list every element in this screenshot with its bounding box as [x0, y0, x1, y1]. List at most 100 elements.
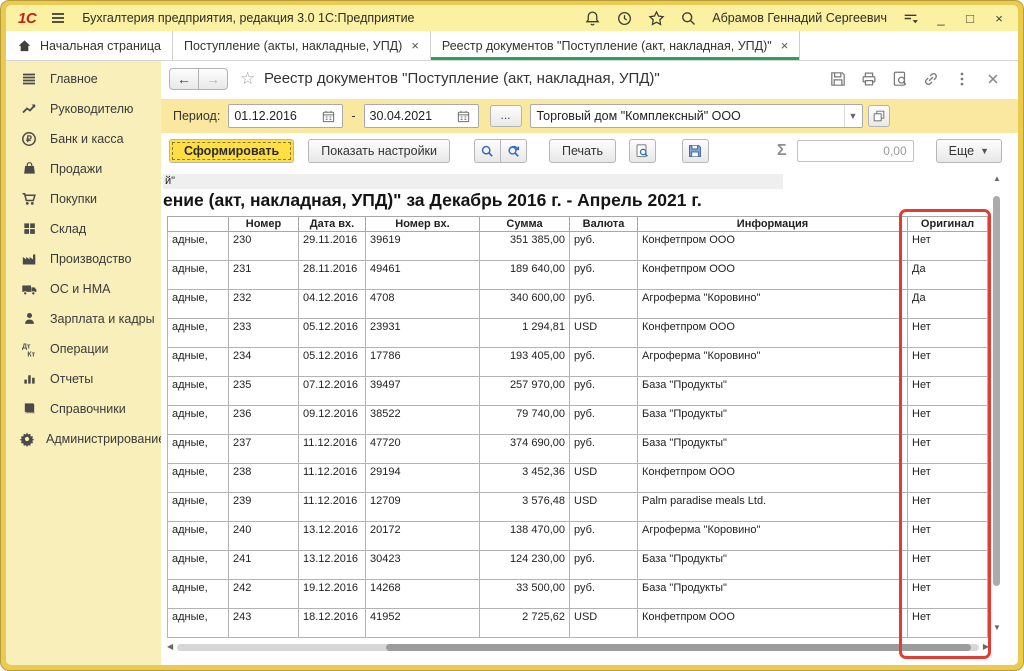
cell-original[interactable]: Нет: [908, 609, 988, 638]
maximize-icon[interactable]: □: [963, 11, 977, 26]
find-icon[interactable]: [474, 139, 501, 163]
cell-sum[interactable]: 374 690,00: [480, 435, 570, 464]
cell-currency[interactable]: USD: [570, 319, 638, 348]
print-button[interactable]: Печать: [549, 139, 616, 163]
forward-arrow-button[interactable]: →: [198, 68, 228, 90]
sidebar-item-bar-chart[interactable]: Отчеты: [6, 364, 161, 394]
sidebar-item-trend-up[interactable]: Руководителю: [6, 94, 161, 124]
cell-doc-type-clipped[interactable]: адные,: [168, 609, 229, 638]
cell-currency[interactable]: руб.: [570, 348, 638, 377]
cell-sum[interactable]: 79 740,00: [480, 406, 570, 435]
cell-date-in[interactable]: 28.11.2016: [299, 261, 366, 290]
cell-number-in[interactable]: 20172: [366, 522, 480, 551]
more-button[interactable]: Еще ▼: [936, 139, 1002, 163]
cell-doc-type-clipped[interactable]: адные,: [168, 493, 229, 522]
cell-sum[interactable]: 189 640,00: [480, 261, 570, 290]
back-arrow-button[interactable]: ←: [169, 68, 199, 90]
cell-number[interactable]: 234: [229, 348, 299, 377]
tab-home[interactable]: Начальная страница: [6, 31, 173, 60]
cell-doc-type-clipped[interactable]: адные,: [168, 551, 229, 580]
sidebar-item-menu-lines[interactable]: Главное: [6, 64, 161, 94]
cell-info[interactable]: Агроферма "Коровино": [638, 290, 908, 319]
calendar-icon[interactable]: [451, 105, 477, 127]
cell-sum[interactable]: 257 970,00: [480, 377, 570, 406]
save-report-button[interactable]: [682, 139, 709, 163]
cell-doc-type-clipped[interactable]: адные,: [168, 261, 229, 290]
add-to-favorites-star-icon[interactable]: ☆: [240, 69, 255, 89]
tab-reestr-dokumentov[interactable]: Реестр документов "Поступление (акт, нак…: [431, 31, 800, 60]
cell-sum[interactable]: 193 405,00: [480, 348, 570, 377]
cell-number-in[interactable]: 41952: [366, 609, 480, 638]
history-clock-icon[interactable]: [616, 10, 633, 27]
cell-currency[interactable]: руб.: [570, 261, 638, 290]
sidebar-item-book[interactable]: Справочники: [6, 394, 161, 424]
close-panel-icon[interactable]: [984, 70, 1002, 88]
cell-date-in[interactable]: 13.12.2016: [299, 522, 366, 551]
cell-info[interactable]: Агроферма "Коровино": [638, 348, 908, 377]
date-to-input[interactable]: [365, 105, 451, 127]
cell-number[interactable]: 230: [229, 232, 299, 261]
cell-sum[interactable]: 1 294,81: [480, 319, 570, 348]
print-preview-button[interactable]: [629, 139, 656, 163]
cell-original[interactable]: Нет: [908, 435, 988, 464]
customize-panels-icon[interactable]: [902, 10, 919, 27]
cell-info[interactable]: База "Продукты": [638, 435, 908, 464]
cell-original[interactable]: Нет: [908, 232, 988, 261]
cell-info[interactable]: Конфетпром ООО: [638, 261, 908, 290]
cell-doc-type-clipped[interactable]: адные,: [168, 435, 229, 464]
cell-doc-type-clipped[interactable]: адные,: [168, 406, 229, 435]
scroll-down-icon[interactable]: ▼: [992, 623, 1002, 632]
cell-currency[interactable]: руб.: [570, 232, 638, 261]
minimize-icon[interactable]: _: [934, 11, 948, 26]
cell-sum[interactable]: 124 230,00: [480, 551, 570, 580]
cell-number-in[interactable]: 49461: [366, 261, 480, 290]
header-original[interactable]: Оригинал: [908, 217, 988, 232]
cell-original[interactable]: Нет: [908, 464, 988, 493]
cell-number[interactable]: 242: [229, 580, 299, 609]
open-organization-icon[interactable]: [868, 105, 890, 127]
cell-number-in[interactable]: 4708: [366, 290, 480, 319]
header-number-in[interactable]: Номер вх.: [366, 217, 480, 232]
cell-date-in[interactable]: 09.12.2016: [299, 406, 366, 435]
cell-info[interactable]: База "Продукты": [638, 580, 908, 609]
cell-sum[interactable]: 351 385,00: [480, 232, 570, 261]
cell-date-in[interactable]: 05.12.2016: [299, 348, 366, 377]
header-doc-type-clipped[interactable]: [168, 217, 229, 232]
cell-number-in[interactable]: 23931: [366, 319, 480, 348]
cell-sum[interactable]: 138 470,00: [480, 522, 570, 551]
cell-date-in[interactable]: 07.12.2016: [299, 377, 366, 406]
cell-number-in[interactable]: 30423: [366, 551, 480, 580]
cell-date-in[interactable]: 13.12.2016: [299, 551, 366, 580]
cell-currency[interactable]: руб.: [570, 580, 638, 609]
cell-doc-type-clipped[interactable]: адные,: [168, 377, 229, 406]
sidebar-item-ruble-circle[interactable]: ₽Банк и касса: [6, 124, 161, 154]
close-tab-icon[interactable]: ×: [411, 38, 419, 53]
cell-original[interactable]: Нет: [908, 522, 988, 551]
cell-sum[interactable]: 2 725,62: [480, 609, 570, 638]
cell-currency[interactable]: руб.: [570, 435, 638, 464]
cell-number-in[interactable]: 39619: [366, 232, 480, 261]
cell-number[interactable]: 243: [229, 609, 299, 638]
cell-sum[interactable]: 33 500,00: [480, 580, 570, 609]
global-search-icon[interactable]: [680, 10, 697, 27]
cell-number-in[interactable]: 17786: [366, 348, 480, 377]
cell-info[interactable]: База "Продукты": [638, 551, 908, 580]
cell-number[interactable]: 233: [229, 319, 299, 348]
horizontal-scroll-thumb[interactable]: [386, 644, 971, 651]
cell-original[interactable]: Нет: [908, 348, 988, 377]
vertical-scroll-thumb[interactable]: [993, 196, 1000, 586]
header-sum[interactable]: Сумма: [480, 217, 570, 232]
close-window-icon[interactable]: ×: [992, 11, 1006, 26]
notifications-bell-icon[interactable]: [584, 10, 601, 27]
header-date-in[interactable]: Дата вх.: [299, 217, 366, 232]
vertical-scrollbar[interactable]: ▲ ▼: [992, 174, 1002, 642]
cell-date-in[interactable]: 19.12.2016: [299, 580, 366, 609]
cell-number-in[interactable]: 39497: [366, 377, 480, 406]
date-from-field[interactable]: [228, 104, 343, 128]
cell-number-in[interactable]: 12709: [366, 493, 480, 522]
cell-original[interactable]: Нет: [908, 551, 988, 580]
cell-doc-type-clipped[interactable]: адные,: [168, 348, 229, 377]
generate-button[interactable]: Сформировать: [169, 139, 294, 163]
cell-number[interactable]: 240: [229, 522, 299, 551]
sum-input[interactable]: [797, 140, 914, 162]
